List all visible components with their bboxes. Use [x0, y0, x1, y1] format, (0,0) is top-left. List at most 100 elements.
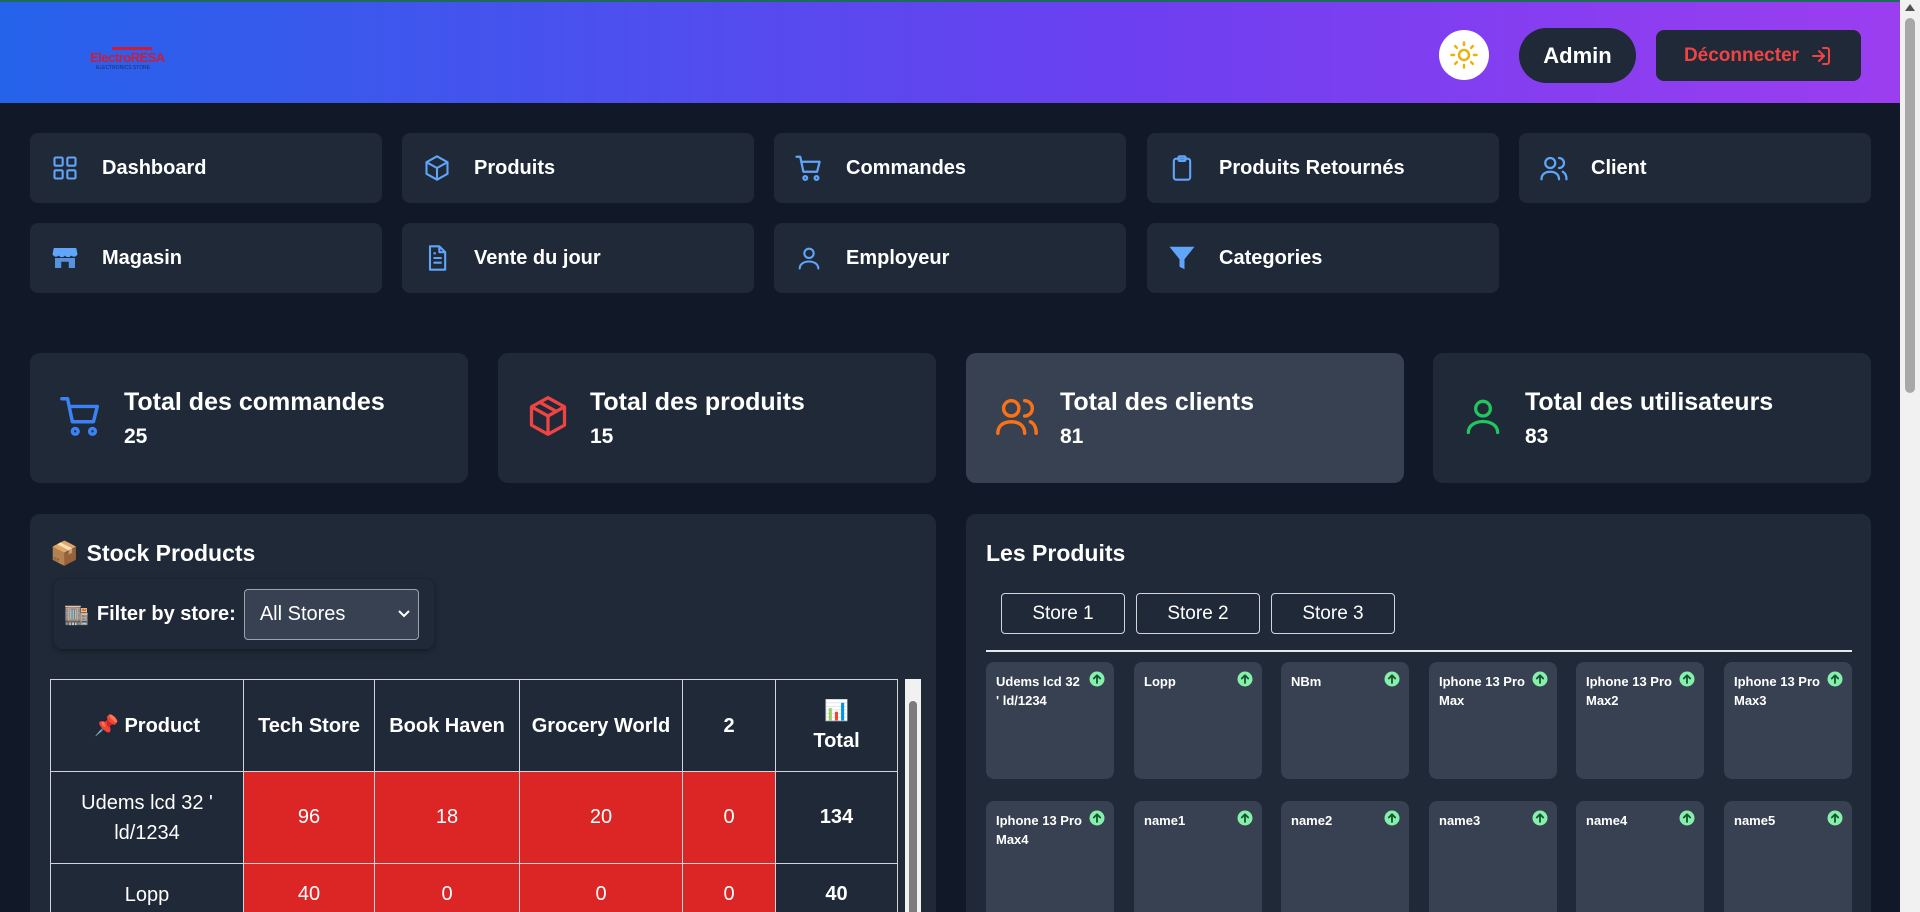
- nav-categories[interactable]: Categories: [1147, 223, 1499, 293]
- theme-toggle-button[interactable]: [1439, 30, 1489, 80]
- user-icon: [1461, 394, 1505, 443]
- nav-magasin[interactable]: Magasin: [30, 223, 382, 293]
- column-header: Grocery World: [519, 679, 683, 772]
- arrow-up-circle-icon[interactable]: [1237, 671, 1253, 687]
- column-label: Total: [813, 729, 860, 752]
- column-label: Product: [124, 714, 201, 737]
- store-icon: [50, 243, 80, 273]
- product-card-name: name3: [1439, 813, 1481, 828]
- chevron-down-icon: [398, 610, 410, 618]
- product-card-name: NBm: [1291, 674, 1322, 689]
- product-card[interactable]: Iphone 13 Pro Max3: [1724, 662, 1852, 779]
- admin-button[interactable]: Admin: [1519, 28, 1636, 83]
- tab-store-1[interactable]: Store 1: [1001, 593, 1125, 634]
- nav-produits-retournes[interactable]: Produits Retournés: [1147, 133, 1499, 203]
- product-card[interactable]: name5: [1724, 801, 1852, 912]
- logout-button[interactable]: Déconnecter: [1656, 30, 1861, 81]
- stat-value: 81: [1060, 424, 1084, 448]
- arrow-up-circle-icon[interactable]: [1827, 810, 1843, 826]
- stock-cell: 0: [519, 863, 683, 912]
- stock-cell: 96: [243, 771, 375, 864]
- arrow-up-circle-icon[interactable]: [1237, 810, 1253, 826]
- nav-label: Produits Retournés: [1219, 156, 1405, 179]
- nav-label: Employeur: [846, 246, 950, 269]
- product-card[interactable]: Iphone 13 Pro Max: [1429, 662, 1557, 779]
- logout-icon: [1812, 46, 1831, 65]
- stock-cell: 18: [374, 771, 520, 864]
- tabs-divider: [986, 650, 1852, 652]
- stock-table: 📌 Product Tech Store Book Haven Grocery …: [50, 679, 898, 912]
- arrow-up-circle-icon[interactable]: [1532, 810, 1548, 826]
- nav-label: Commandes: [846, 156, 967, 179]
- table-scrollbar[interactable]: [905, 679, 921, 912]
- arrow-up-circle-icon[interactable]: [1532, 671, 1548, 687]
- arrow-up-circle-icon[interactable]: [1679, 671, 1695, 687]
- stat-card-produits[interactable]: Total des produits 15: [498, 353, 936, 483]
- users-icon: [1539, 153, 1569, 183]
- sun-icon: [1450, 41, 1478, 69]
- package-icon: 📦: [50, 540, 79, 566]
- stock-cell: 0: [682, 863, 776, 912]
- arrow-up-circle-icon[interactable]: [1384, 810, 1400, 826]
- box-icon: [422, 153, 452, 183]
- stock-panel-title: 📦 Stock Products: [50, 540, 255, 567]
- total-cell: 134: [775, 771, 898, 864]
- nav-label: Magasin: [102, 246, 183, 269]
- document-icon: [422, 243, 452, 273]
- arrow-up-circle-icon[interactable]: [1384, 671, 1400, 687]
- product-card[interactable]: Iphone 13 Pro Max4: [986, 801, 1114, 912]
- product-card[interactable]: Lopp: [1134, 662, 1262, 779]
- table-scrollbar-thumb[interactable]: [909, 701, 917, 912]
- logo[interactable]: ElectroRESA ELECTRONICS STORE: [90, 40, 170, 74]
- product-card[interactable]: name4: [1576, 801, 1704, 912]
- scroll-up-arrow[interactable]: [1905, 4, 1915, 11]
- store-tabs: Store 1 Store 2 Store 3: [1001, 593, 1395, 634]
- product-card[interactable]: name2: [1281, 801, 1409, 912]
- product-cell: Udems lcd 32 ' ld/1234: [50, 771, 244, 864]
- tab-store-2[interactable]: Store 2: [1136, 593, 1260, 634]
- product-card[interactable]: name3: [1429, 801, 1557, 912]
- stat-card-clients[interactable]: Total des clients 81: [966, 353, 1404, 483]
- nav-dashboard[interactable]: Dashboard: [30, 133, 382, 203]
- stat-value: 15: [590, 424, 614, 448]
- arrow-up-circle-icon[interactable]: [1089, 671, 1105, 687]
- column-header: Book Haven: [374, 679, 520, 772]
- product-card[interactable]: NBm: [1281, 662, 1409, 779]
- nav-vente-du-jour[interactable]: Vente du jour: [402, 223, 754, 293]
- product-card[interactable]: Udems lcd 32 ' ld/1234: [986, 662, 1114, 779]
- product-card-name: name2: [1291, 813, 1333, 828]
- page-scrollbar-thumb[interactable]: [1905, 18, 1915, 393]
- stat-card-utilisateurs[interactable]: Total des utilisateurs 83: [1433, 353, 1871, 483]
- table-row[interactable]: Lopp 40 0 0 0 40: [50, 863, 898, 912]
- logout-label: Déconnecter: [1683, 44, 1800, 66]
- product-card-name: Iphone 13 Pro Max4: [996, 813, 1082, 847]
- stat-value: 25: [124, 424, 148, 448]
- product-card[interactable]: name1: [1134, 801, 1262, 912]
- arrow-up-circle-icon[interactable]: [1827, 671, 1843, 687]
- column-header-total: 📊 Total: [775, 679, 898, 772]
- nav-client[interactable]: Client: [1519, 133, 1871, 203]
- product-card-name: name5: [1734, 813, 1776, 828]
- nav-commandes[interactable]: Commandes: [774, 133, 1126, 203]
- tab-store-3[interactable]: Store 3: [1271, 593, 1395, 634]
- admin-label: Admin: [1543, 42, 1612, 68]
- filter-icon: [1167, 243, 1197, 273]
- total-cell: 40: [775, 863, 898, 912]
- product-card[interactable]: Iphone 13 Pro Max2: [1576, 662, 1704, 779]
- table-row[interactable]: Udems lcd 32 ' ld/1234 96 18 20 0 134: [50, 771, 898, 864]
- arrow-up-circle-icon[interactable]: [1679, 810, 1695, 826]
- nav-produits[interactable]: Produits: [402, 133, 754, 203]
- logo-text: ElectroRESA: [90, 50, 165, 65]
- stock-cell: 0: [374, 863, 520, 912]
- store-select[interactable]: All Stores: [243, 588, 419, 640]
- logo-subtitle: ELECTRONICS STORE: [96, 65, 151, 71]
- page-scrollbar[interactable]: [1900, 0, 1920, 912]
- top-header: ElectroRESA ELECTRONICS STORE Admin Déco…: [0, 0, 1900, 103]
- stat-card-commandes[interactable]: Total des commandes 25: [30, 353, 468, 483]
- stat-value: 83: [1525, 424, 1549, 448]
- product-card-name: Lopp: [1144, 674, 1176, 689]
- arrow-up-circle-icon[interactable]: [1089, 810, 1105, 826]
- nav-employeur[interactable]: Employeur: [774, 223, 1126, 293]
- users-icon: [994, 393, 1040, 444]
- stock-cell: 40: [243, 863, 375, 912]
